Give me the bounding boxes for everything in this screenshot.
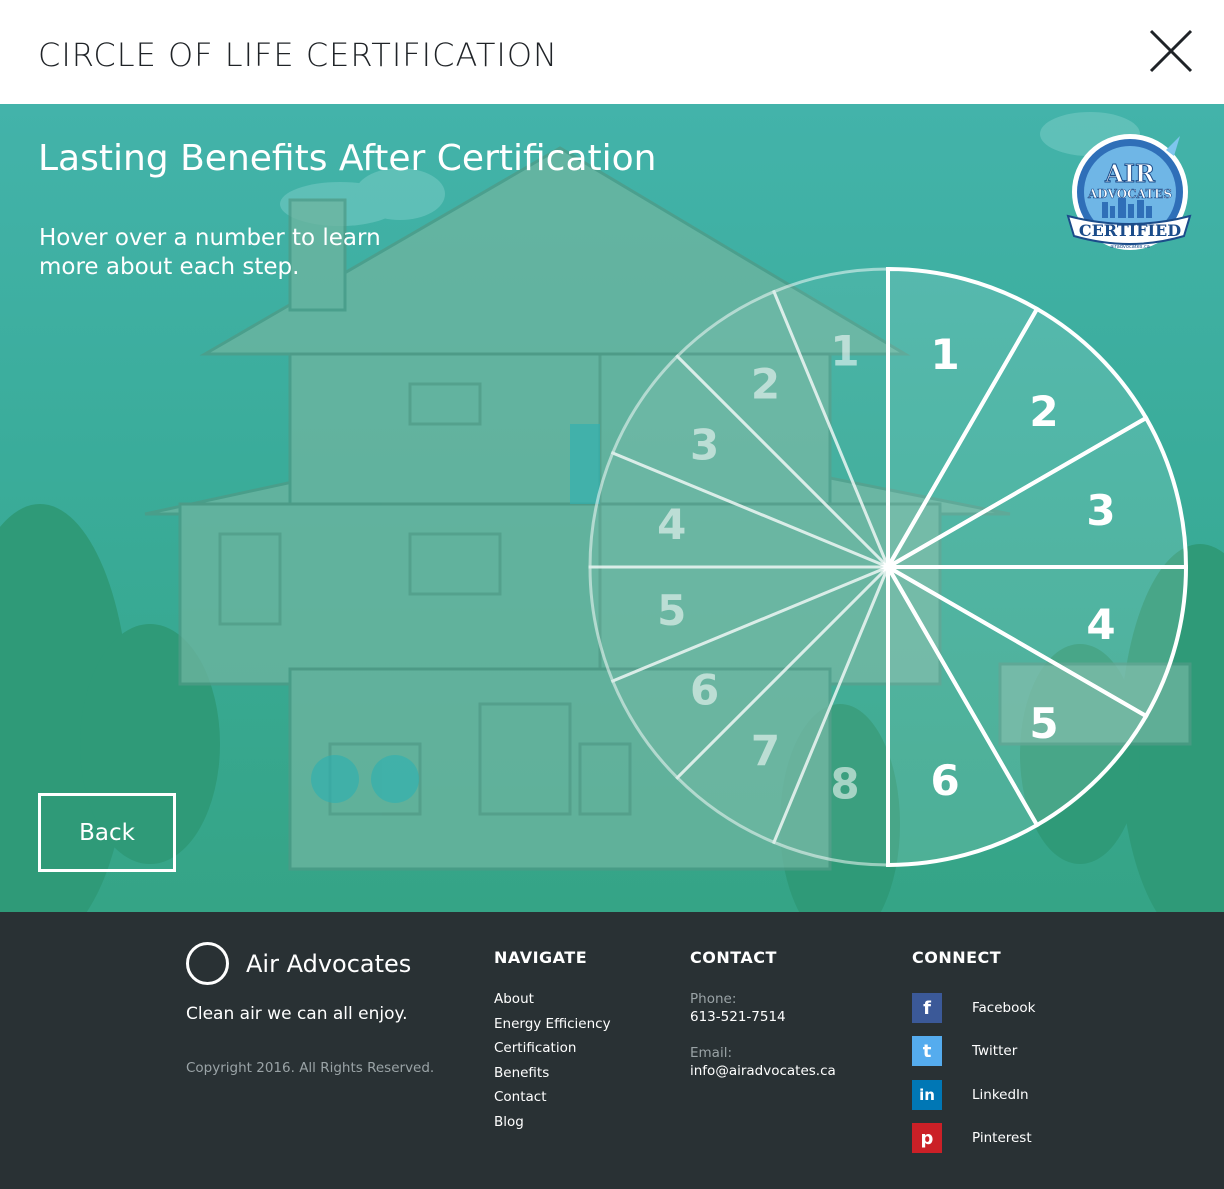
wheel-step-left-6[interactable]: 6 xyxy=(690,666,719,715)
social-label: Pinterest xyxy=(972,1130,1032,1146)
back-button[interactable]: Back xyxy=(38,793,176,872)
hero-instructions: Hover over a number to learn more about … xyxy=(39,225,381,280)
phone-label: Phone: xyxy=(690,991,737,1007)
social-label: LinkedIn xyxy=(972,1087,1029,1103)
footer-nav: About Energy Efficiency Certification Be… xyxy=(494,990,611,1138)
social-label: Twitter xyxy=(972,1043,1018,1059)
wheel-step-left-8[interactable]: 8 xyxy=(830,759,859,808)
wheel-step-right-2[interactable]: 2 xyxy=(1029,387,1058,436)
footer-link-about[interactable]: About xyxy=(494,990,611,1015)
facebook-icon: f xyxy=(912,993,942,1023)
close-icon xyxy=(1149,29,1193,73)
site-footer: Air Advocates Clean air we can all enjoy… xyxy=(0,912,1224,1189)
brand-tagline: Clean air we can all enjoy. xyxy=(186,1004,408,1024)
footer-link-contact[interactable]: Contact xyxy=(494,1088,611,1113)
badge-url: airadvocates.ca xyxy=(1110,244,1150,250)
social-link-pinterest[interactable]: p Pinterest xyxy=(912,1123,1072,1153)
wheel-step-left-4[interactable]: 4 xyxy=(657,500,686,549)
badge-air-text: AIR xyxy=(1104,159,1156,188)
modal-header: CIRCLE OF LIFE CERTIFICATION xyxy=(0,0,1224,104)
wheel-step-left-1[interactable]: 1 xyxy=(830,327,859,376)
wheel-step-right-6[interactable]: 6 xyxy=(930,756,959,805)
email-label: Email: xyxy=(690,1045,733,1061)
social-label: Facebook xyxy=(972,1000,1036,1016)
contact-heading: CONTACT xyxy=(690,948,777,967)
brand-logo-icon xyxy=(186,942,229,985)
wheel-step-right-5[interactable]: 5 xyxy=(1029,699,1058,748)
phone-number[interactable]: 613-521-7514 xyxy=(690,1009,786,1025)
wheel-step-right-4[interactable]: 4 xyxy=(1086,600,1115,649)
social-link-linkedin[interactable]: in LinkedIn xyxy=(912,1080,1072,1110)
wheel-step-left-3[interactable]: 3 xyxy=(690,420,719,469)
footer-link-certification[interactable]: Certification xyxy=(494,1039,611,1064)
circle-of-life-wheel: 12345687654321 xyxy=(588,266,1189,868)
wheel-step-left-7[interactable]: 7 xyxy=(751,726,780,775)
wheel-step-right-1[interactable]: 1 xyxy=(930,330,959,379)
email-address[interactable]: info@airadvocates.ca xyxy=(690,1063,836,1079)
close-button[interactable] xyxy=(1146,26,1196,76)
connect-heading: CONNECT xyxy=(912,948,1002,967)
social-link-facebook[interactable]: f Facebook xyxy=(912,993,1072,1023)
certification-hero: Lasting Benefits After Certification Hov… xyxy=(0,104,1224,912)
badge-certified-ribbon: CERTIFIED xyxy=(1079,221,1181,240)
footer-link-benefits[interactable]: Benefits xyxy=(494,1064,611,1089)
wheel-step-right-3[interactable]: 3 xyxy=(1086,486,1115,535)
badge-advocates-text: ADVOCATES xyxy=(1087,187,1172,201)
brand-name: Air Advocates xyxy=(246,950,412,978)
certified-badge: AIR ADVOCATES CERTIFIED airadvocates.ca xyxy=(1066,134,1192,250)
footer-link-energy-efficiency[interactable]: Energy Efficiency xyxy=(494,1015,611,1040)
social-link-twitter[interactable]: t Twitter xyxy=(912,1036,1072,1066)
linkedin-icon: in xyxy=(912,1080,942,1110)
page-title: CIRCLE OF LIFE CERTIFICATION xyxy=(38,36,558,74)
footer-link-blog[interactable]: Blog xyxy=(494,1113,611,1138)
wheel-step-left-5[interactable]: 5 xyxy=(657,586,686,635)
copyright-text: Copyright 2016. All Rights Reserved. xyxy=(186,1060,435,1076)
pinterest-icon: p xyxy=(912,1123,942,1153)
navigate-heading: NAVIGATE xyxy=(494,948,588,967)
twitter-icon: t xyxy=(912,1036,942,1066)
wheel-step-left-2[interactable]: 2 xyxy=(751,360,780,409)
hero-title: Lasting Benefits After Certification xyxy=(38,138,657,179)
